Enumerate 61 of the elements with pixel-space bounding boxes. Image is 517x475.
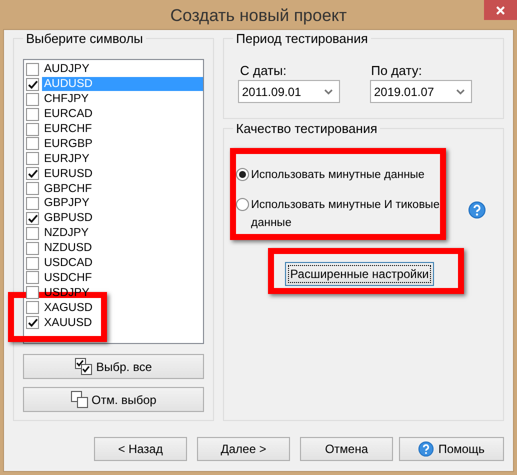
symbol-item[interactable]: GBPCHF — [42, 182, 203, 196]
deselect-button[interactable]: Отм. выбор — [23, 387, 204, 412]
checkbox[interactable] — [26, 122, 39, 136]
symbol-item[interactable]: NZDUSD — [42, 241, 203, 256]
checkbox[interactable] — [26, 92, 39, 106]
from-date-field[interactable]: 2011.09.01 — [238, 80, 340, 103]
close-icon — [496, 6, 505, 14]
checkbox[interactable] — [26, 182, 39, 196]
checkbox[interactable] — [26, 62, 39, 76]
checkbox[interactable] — [26, 271, 39, 284]
close-button[interactable] — [484, 0, 517, 20]
radio-button[interactable] — [236, 198, 249, 212]
checkbox[interactable] — [26, 137, 39, 150]
cancel-button[interactable]: Отмена — [300, 437, 393, 461]
symbol-item[interactable]: GBPJPY — [42, 196, 203, 210]
symbol-item[interactable]: CHFJPY — [42, 92, 203, 106]
window-title: Создать новый проект — [169, 5, 348, 27]
checkbox[interactable] — [26, 316, 39, 330]
symbol-item[interactable]: XAUUSD — [42, 316, 203, 330]
checkboxes-icon — [75, 358, 92, 375]
checkbox[interactable] — [26, 256, 39, 270]
help-icon[interactable] — [468, 201, 486, 219]
symbol-item[interactable]: XAGUSD — [42, 300, 203, 315]
symbol-item[interactable]: EURCAD — [42, 107, 203, 122]
dropdown-icon — [456, 88, 465, 94]
checkbox[interactable] — [26, 78, 39, 91]
symbol-item[interactable]: EURJPY — [42, 152, 203, 166]
to-label: По дату: — [371, 62, 422, 80]
group-title: Выберите символы — [23, 31, 146, 46]
symbol-item[interactable]: AUDJPY — [42, 62, 203, 76]
symbol-item[interactable]: EURUSD — [42, 166, 203, 181]
symbol-item[interactable]: EURGBP — [42, 136, 203, 151]
radio-label: Использовать минутные И тиковые данные — [251, 198, 441, 230]
checkbox[interactable] — [26, 242, 39, 255]
back-button[interactable]: < Назад — [94, 437, 187, 461]
group-title: Период тестирования — [233, 31, 371, 46]
symbol-item[interactable]: USDCHF — [42, 270, 203, 285]
empty-boxes-icon — [70, 391, 88, 408]
symbol-item[interactable]: USDCAD — [42, 256, 203, 270]
radio-label: Использовать минутные данные — [251, 168, 425, 183]
group-title: Качество тестирования — [233, 121, 380, 136]
symbol-item[interactable]: GBPUSD — [42, 211, 203, 226]
select-all-button[interactable]: Выбр. все — [23, 354, 204, 379]
advanced-settings-button[interactable]: Расширенные настройки — [285, 262, 434, 286]
checkbox[interactable] — [26, 108, 39, 121]
radio-button[interactable] — [236, 168, 249, 181]
symbol-item[interactable]: EURCHF — [42, 122, 203, 136]
checkbox[interactable] — [26, 167, 39, 180]
from-label: С даты: — [240, 62, 286, 80]
checkbox[interactable] — [26, 196, 39, 210]
help-button[interactable]: Помощь — [399, 437, 504, 461]
to-date-field[interactable]: 2019.01.07 — [370, 80, 472, 103]
help-icon — [418, 441, 434, 457]
dropdown-icon — [324, 88, 333, 94]
checkbox[interactable] — [26, 301, 39, 314]
checkbox[interactable] — [26, 152, 39, 166]
next-button[interactable]: Далее > — [197, 437, 290, 461]
checkbox[interactable] — [26, 226, 39, 240]
checkbox[interactable] — [26, 286, 39, 300]
checkbox[interactable] — [26, 212, 39, 225]
symbol-item[interactable]: NZDJPY — [42, 226, 203, 240]
